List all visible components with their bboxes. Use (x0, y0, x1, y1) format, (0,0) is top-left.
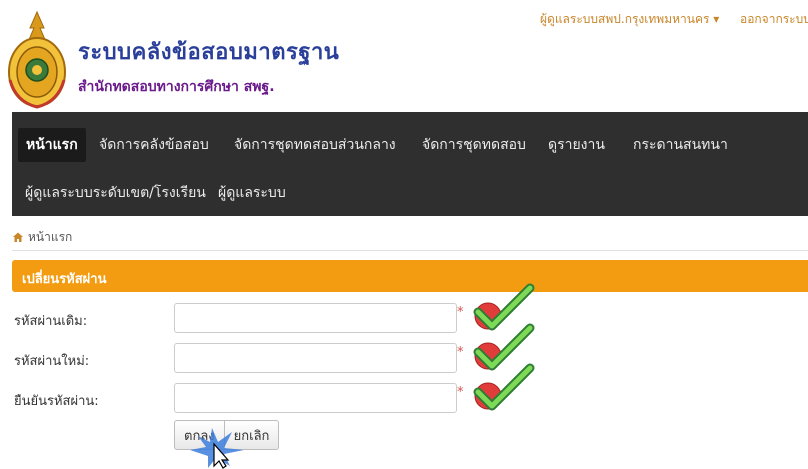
form-button-group: ตกลง ยกเลิก (174, 420, 280, 450)
old-password-label: รหัสผ่านเดิม: (14, 314, 88, 329)
required-marker: * (457, 385, 464, 400)
required-marker: * (457, 345, 464, 360)
nav-manage-item-bank[interactable]: จัดการคลังข้อสอบ (99, 134, 209, 156)
breadcrumb-divider (12, 250, 808, 251)
valid-check-icon (473, 363, 535, 411)
confirm-password-label: ยืนยันรหัสผ่าน: (14, 394, 99, 409)
submit-button[interactable]: ตกลง (174, 420, 225, 450)
site-subtitle: สำนักทดสอบทางการศึกษา สพฐ. (78, 79, 275, 95)
site-title: ระบบคลังข้อสอบมาตรฐาน (78, 40, 340, 65)
nav-manage-central-tests[interactable]: จัดการชุดทดสอบส่วนกลาง (234, 134, 396, 156)
user-menu-dropdown[interactable]: ผู้ดูแลระบบสพป.กรุงเทพมหานคร ▾ (540, 10, 719, 29)
breadcrumb: หน้าแรก (12, 226, 72, 248)
panel-title: เปลี่ยนรหัสผ่าน (22, 272, 107, 287)
nav-system-admin[interactable]: ผู้ดูแลระบบ (218, 182, 286, 204)
required-marker: * (457, 305, 464, 320)
cancel-button[interactable]: ยกเลิก (224, 420, 280, 450)
nav-forum[interactable]: กระดานสนทนา (633, 134, 728, 156)
nav-district-school-admin[interactable]: ผู้ดูแลระบบระดับเขต/โรงเรียน (25, 182, 206, 204)
site-header: ระบบคลังข้อสอบมาตรฐาน สำนักทดสอบทางการศึ… (0, 0, 808, 112)
old-password-input[interactable] (174, 303, 457, 333)
home-icon (13, 232, 23, 242)
logout-link[interactable]: ออกจากระบบ (740, 10, 808, 29)
breadcrumb-home-link[interactable]: หน้าแรก (28, 228, 72, 247)
confirm-password-input[interactable] (174, 383, 457, 413)
nav-reports[interactable]: ดูรายงาน (548, 134, 605, 156)
new-password-input[interactable] (174, 343, 457, 373)
nav-manage-tests[interactable]: จัดการชุดทดสอบ (422, 134, 526, 156)
school-emblem-logo (8, 10, 66, 109)
change-password-panel-header: เปลี่ยนรหัสผ่าน (12, 260, 808, 292)
nav-home[interactable]: หน้าแรก (18, 128, 86, 162)
new-password-label: รหัสผ่านใหม่: (14, 354, 90, 369)
main-navbar: หน้าแรก จัดการคลังข้อสอบ จัดการชุดทดสอบส… (12, 112, 808, 216)
